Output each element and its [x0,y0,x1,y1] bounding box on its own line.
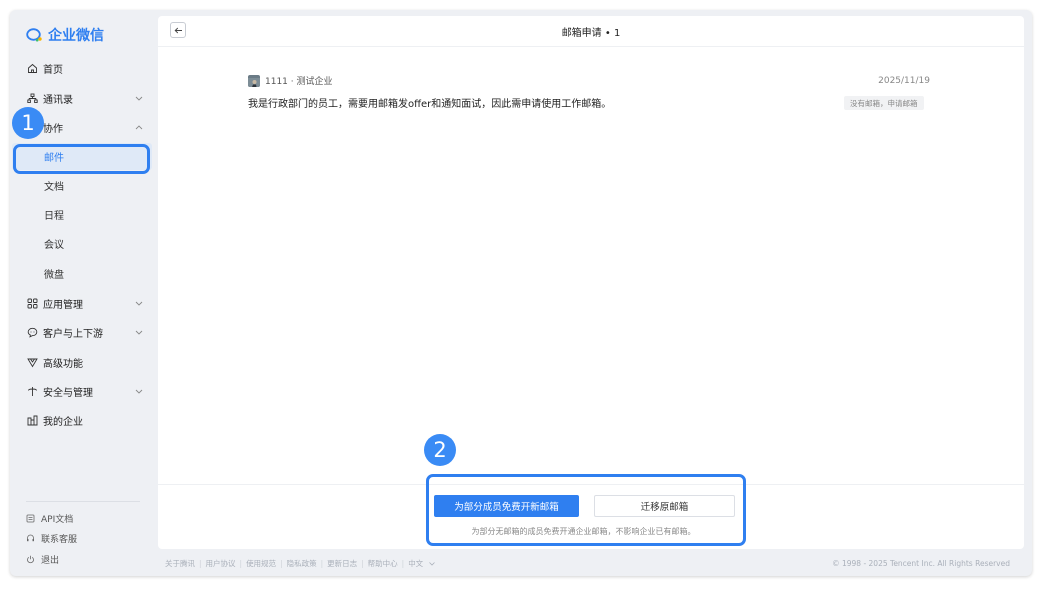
chevron-down-icon [134,94,144,104]
message-date: 2025/11/19 [878,76,930,86]
subnav-item-drive[interactable]: 微盘 [12,260,152,287]
nav-label: 我的企业 [43,417,83,428]
logout-label: 退出 [41,555,60,566]
footer-separator: | [361,559,364,568]
message-text: 我是行政部门的员工，需要用邮箱发offer和通知面试，因此需申请使用工作邮箱。 [248,99,612,110]
brand-name: 企业微信 [48,28,104,44]
nav-item-company[interactable]: 我的企业 [10,406,158,435]
sidebar-divider [26,501,140,502]
chevron-down-icon [134,299,144,309]
footer-separator: | [239,559,243,568]
subnav-label: 微盘 [44,270,64,281]
nav-label: 客户与上下游 [43,329,103,340]
footer-link-changelog[interactable]: 更新日志 [327,558,357,569]
support-label: 联系客服 [41,534,78,545]
footer-language-select[interactable]: 中文 [408,558,435,569]
contacts-icon [26,93,38,105]
brand-logo[interactable]: 企业微信 [26,25,104,45]
nav-item-home[interactable]: 首页 [10,54,158,83]
page-title: 邮箱申请 • 1 [561,28,621,39]
footer-link-rules[interactable]: 使用规范 [246,558,276,569]
api-doc-icon [26,513,36,523]
subnav-item-docs[interactable]: 文档 [12,172,152,199]
nav-label: 应用管理 [43,300,83,311]
language-label: 中文 [408,559,424,568]
support-icon [26,533,36,543]
logout-link[interactable]: 退出 [26,552,59,566]
footer-link-terms[interactable]: 用户协议 [206,558,236,569]
footer-separator: | [199,559,202,568]
annotation-badge-1: 1 [12,107,44,139]
copyright: © 1998 - 2025 Tencent Inc. All Rights Re… [832,559,1010,568]
avatar [248,75,260,87]
nav-item-security[interactable]: 安全与管理 [10,377,158,406]
subnav-label: 日程 [44,211,64,222]
footer-links: 关于腾讯 | 用户协议 | 使用规范 | 隐私政策 | 更新日志 | 帮助中心 | 中文 [165,558,435,569]
main-panel: 邮箱申请 • 1 1111 · 测试企业 2025/11/19 我是行政部门的员… [158,16,1024,549]
footer-link-help[interactable]: 帮助中心 [368,558,398,569]
message-sender: 1111 · 测试企业 [265,77,333,87]
subnav-label: 会议 [44,240,64,251]
nav-label: 安全与管理 [43,388,93,399]
support-link[interactable]: 联系客服 [26,531,77,545]
page-header: 邮箱申请 • 1 [158,16,1024,47]
customer-icon [26,327,38,339]
nav-item-apps[interactable]: 应用管理 [10,289,158,318]
power-icon [26,554,36,564]
api-doc-link[interactable]: API文档 [26,511,73,525]
footer-separator: | [280,559,283,568]
annotation-box-1 [13,144,150,174]
subnav-item-schedule[interactable]: 日程 [12,201,152,228]
subnav-label: 文档 [44,182,64,193]
annotation-badge-2: 2 [424,434,456,466]
wecom-logo-icon [26,28,42,42]
chevron-down-icon [428,562,435,566]
chevron-down-icon [134,328,144,338]
request-tag: 没有邮箱，申请邮箱 [844,96,924,110]
nav-label: 首页 [43,65,63,76]
chevron-up-icon [134,123,144,133]
apps-icon [26,298,38,310]
api-doc-label: API文档 [41,514,74,525]
footer-link-privacy[interactable]: 隐私政策 [287,558,317,569]
nav-item-advanced[interactable]: 高级功能 [10,348,158,377]
home-icon [26,63,38,75]
chevron-down-icon [134,387,144,397]
sidebar: 企业微信 首页 通讯录 协作 邮件 文档 日程 会议 微盘 应用管理 客户与上下… [10,10,158,576]
advanced-icon [26,357,38,369]
nav-item-customer[interactable]: 客户与上下游 [10,318,158,347]
nav-label: 通讯录 [43,95,73,106]
subnav-item-meeting[interactable]: 会议 [12,230,152,257]
footer-separator: | [401,559,405,568]
annotation-box-2 [426,474,746,546]
nav-label: 高级功能 [43,359,83,370]
footer-separator: | [320,559,324,568]
company-icon [26,415,38,427]
nav-label: 协作 [43,124,63,135]
footer-link-about[interactable]: 关于腾讯 [165,558,195,569]
security-icon [26,386,38,398]
